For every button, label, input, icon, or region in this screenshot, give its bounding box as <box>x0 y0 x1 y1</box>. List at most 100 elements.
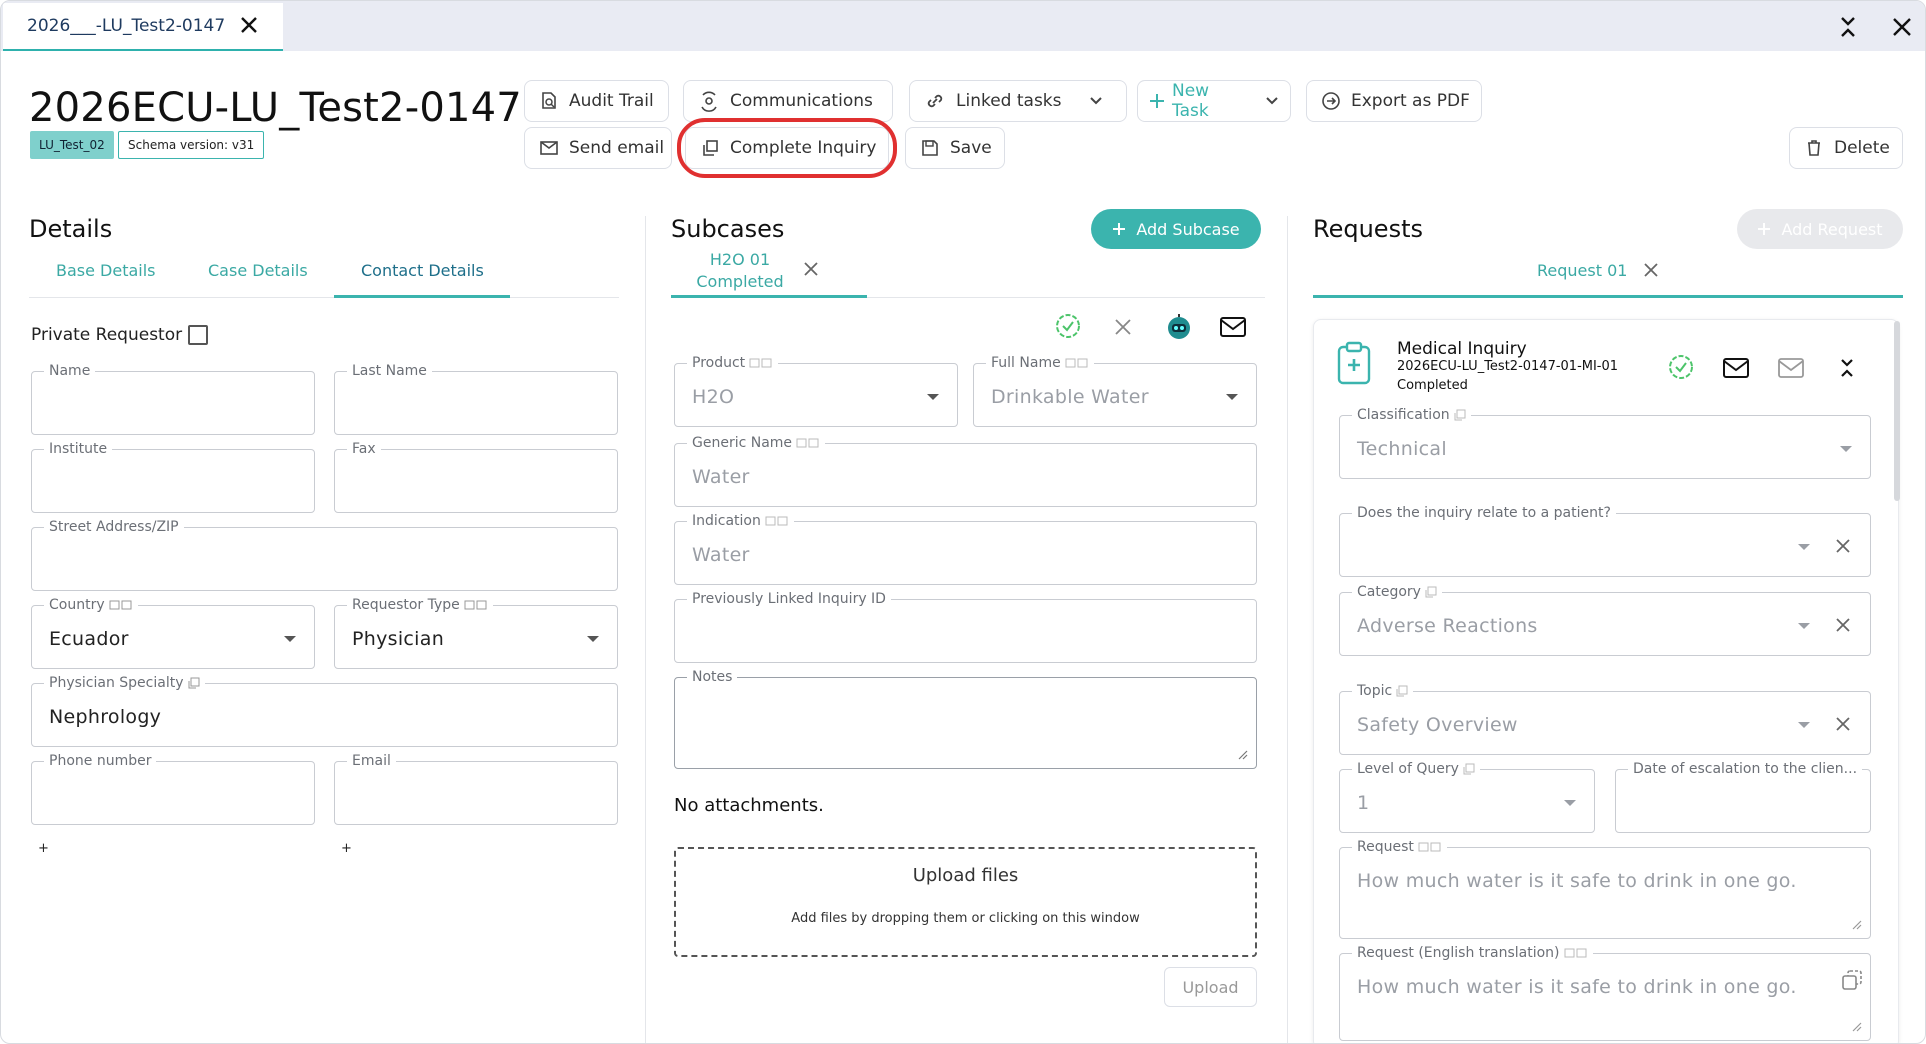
tab-base-details[interactable]: Base Details <box>56 261 156 280</box>
check-circle-icon[interactable] <box>1668 354 1694 380</box>
classification-select[interactable]: Classification Technical <box>1339 407 1871 479</box>
request-english-textarea[interactable]: Request (English translation) How much w… <box>1339 945 1871 1041</box>
collapse-icon[interactable] <box>1835 14 1861 40</box>
institute-field[interactable]: Institute <box>31 441 315 513</box>
fax-field[interactable]: Fax <box>334 441 618 513</box>
street-address-field[interactable]: Street Address/ZIP <box>31 519 618 591</box>
phone-label: Phone number <box>44 753 157 769</box>
audit-trail-icon <box>542 92 556 109</box>
translate-icon <box>1418 842 1441 852</box>
email-field[interactable]: Email <box>334 753 618 825</box>
upload-button[interactable]: Upload <box>1164 967 1257 1007</box>
communications-icon <box>701 91 717 112</box>
scrollbar-thumb[interactable] <box>1894 321 1900 501</box>
translate-icon <box>765 516 788 526</box>
chevron-down-icon[interactable] <box>1264 93 1280 109</box>
topic-value: Safety Overview <box>1357 714 1518 736</box>
case-tab[interactable]: 2026___-LU_Test2-0147 <box>3 3 283 51</box>
new-task-label: New Task <box>1172 81 1210 121</box>
request-tab[interactable]: Request 01 <box>1537 261 1627 280</box>
page-title: 2026ECU-LU_Test2-0147 <box>29 85 522 131</box>
communications-button[interactable]: Communications <box>683 80 893 122</box>
resize-handle-icon[interactable] <box>1850 918 1862 930</box>
product-select[interactable]: Product H2O <box>674 355 958 427</box>
robot-icon[interactable] <box>1164 311 1194 341</box>
name-field[interactable]: Name <box>31 363 315 435</box>
clear-icon[interactable] <box>1834 537 1852 555</box>
mail-icon[interactable] <box>1219 315 1247 339</box>
close-request-tab-icon[interactable] <box>1642 261 1660 279</box>
clear-icon[interactable] <box>1834 715 1852 733</box>
notes-textarea[interactable]: Notes <box>674 669 1257 769</box>
tab-contact-details[interactable]: Contact Details <box>361 261 484 280</box>
caret-down-icon <box>1564 800 1576 806</box>
resize-handle-icon[interactable] <box>1236 748 1248 760</box>
column-divider <box>1287 216 1288 1043</box>
plus-icon <box>1150 94 1164 108</box>
close-window-icon[interactable] <box>1889 14 1915 40</box>
copy-icon <box>188 677 199 689</box>
generic-name-field[interactable]: Generic Name Water <box>674 435 1257 507</box>
caret-down-icon <box>1798 623 1810 629</box>
new-task-button[interactable]: New Task <box>1137 80 1291 122</box>
add-request-button[interactable]: Add Request <box>1737 209 1903 249</box>
physician-specialty-label-text: Physician Specialty <box>49 675 184 691</box>
request-textarea[interactable]: Request How much water is it safe to dri… <box>1339 839 1871 939</box>
level-of-query-label: Level of Query <box>1352 761 1480 777</box>
relates-patient-select[interactable]: Does the inquiry relate to a patient? <box>1339 505 1871 577</box>
level-of-query-value: 1 <box>1357 792 1370 814</box>
plus-icon <box>1113 223 1126 235</box>
last-name-field[interactable]: Last Name <box>334 363 618 435</box>
linked-tasks-button[interactable]: Linked tasks <box>909 80 1127 122</box>
copy-icon[interactable] <box>1840 968 1864 992</box>
audit-trail-button[interactable]: Audit Trail <box>524 80 669 122</box>
indication-field[interactable]: Indication Water <box>674 513 1257 585</box>
upload-dropzone[interactable]: Upload files Add files by dropping them … <box>674 847 1257 957</box>
upload-hint: Add files by dropping them or clicking o… <box>791 911 1140 926</box>
topic-label: Topic <box>1352 683 1414 699</box>
trash-icon <box>1808 140 1820 156</box>
level-of-query-select[interactable]: Level of Query 1 <box>1339 761 1595 833</box>
send-email-button[interactable]: Send email <box>524 127 672 169</box>
save-button[interactable]: Save <box>905 127 1005 169</box>
escalation-date-field[interactable]: Date of escalation to the clien... <box>1615 761 1871 833</box>
send-email-label: Send email <box>569 138 665 158</box>
mail-icon[interactable] <box>1722 356 1750 380</box>
close-subcase-tab-icon[interactable] <box>802 260 820 278</box>
add-email-button[interactable]: + <box>341 841 352 856</box>
add-subcase-button[interactable]: Add Subcase <box>1091 209 1261 249</box>
country-select[interactable]: Country Ecuador <box>31 597 315 669</box>
close-tab-icon[interactable] <box>237 13 261 37</box>
check-circle-icon[interactable] <box>1055 313 1081 339</box>
clear-icon[interactable] <box>1834 616 1852 634</box>
generic-name-label-text: Generic Name <box>692 435 793 451</box>
request-label: Request <box>1352 839 1447 855</box>
collapse-icon[interactable] <box>1837 357 1857 379</box>
active-tab-indicator <box>334 295 510 298</box>
prev-linked-inquiry-field[interactable]: Previously Linked Inquiry ID <box>674 591 1257 663</box>
tab-case-details[interactable]: Case Details <box>208 261 308 280</box>
phone-field[interactable]: Phone number <box>31 753 315 825</box>
product-label: Product <box>687 355 779 371</box>
category-label: Category <box>1352 584 1442 600</box>
translate-icon <box>796 438 819 448</box>
name-label: Name <box>44 363 96 379</box>
requestor-type-select[interactable]: Requestor Type Physician <box>334 597 618 669</box>
active-request-indicator <box>1313 295 1903 298</box>
generic-name-label: Generic Name <box>687 435 826 451</box>
translate-icon <box>1564 948 1587 958</box>
category-select[interactable]: Category Adverse Reactions <box>1339 584 1871 656</box>
export-pdf-button[interactable]: Export as PDF <box>1306 80 1482 122</box>
subcase-tab[interactable]: H2O 01 Completed <box>671 249 867 293</box>
add-phone-button[interactable]: + <box>38 841 49 856</box>
resize-handle-icon[interactable] <box>1850 1020 1862 1032</box>
plus-icon <box>1758 223 1771 235</box>
full-name-select[interactable]: Full Name Drinkable Water <box>973 355 1257 427</box>
close-icon[interactable] <box>1113 317 1133 337</box>
delete-button[interactable]: Delete <box>1789 127 1903 169</box>
linked-tasks-label: Linked tasks <box>956 91 1062 111</box>
mail-outline-icon[interactable] <box>1777 356 1805 380</box>
topic-select[interactable]: Topic Safety Overview <box>1339 683 1871 755</box>
physician-specialty-field[interactable]: Physician Specialty Nephrology <box>31 675 618 747</box>
private-requestor-checkbox[interactable] <box>188 325 208 345</box>
